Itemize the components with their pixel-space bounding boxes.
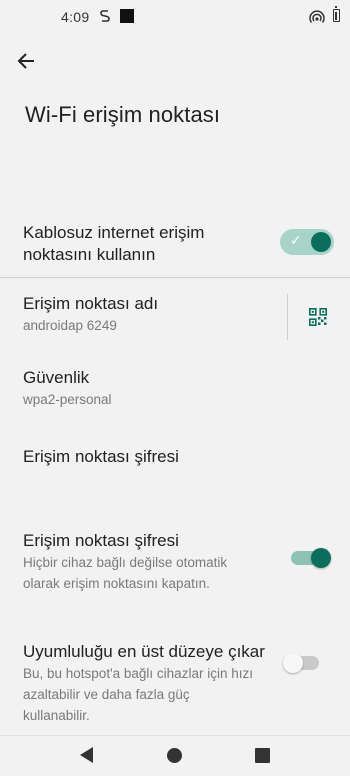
max-compat-toggle[interactable] <box>283 653 319 673</box>
check-icon: ✓ <box>290 233 302 249</box>
password-title: Erişim noktası şifresi <box>23 447 179 466</box>
square-notification-icon <box>120 9 134 23</box>
security-title: Güvenlik <box>23 368 90 387</box>
auto-off-title: Erişim noktası şifresi <box>23 531 179 550</box>
auto-off-desc-line1: Hiçbir cihaz bağlı değilse otomatik <box>23 555 228 570</box>
back-button[interactable] <box>14 48 40 74</box>
battery-icon <box>333 6 340 22</box>
home-circle-icon[interactable] <box>167 748 182 763</box>
s-glyph-icon <box>99 9 111 26</box>
security-value: wpa2-personal <box>23 392 112 407</box>
auto-off-desc-line2: olarak erişim noktasını kapatın. <box>23 576 210 591</box>
section-divider <box>0 277 350 278</box>
hotspot-name-row[interactable]: Erişim noktası adı androidap 6249 <box>0 293 350 341</box>
vertical-divider <box>287 294 288 340</box>
password-row[interactable]: Erişim noktası şifresi <box>0 446 350 476</box>
arrow-left-icon <box>17 53 34 69</box>
hotspot-icon <box>309 10 325 24</box>
use-hotspot-title-line2: noktasını kullanın <box>23 245 156 264</box>
recents-square-icon[interactable] <box>255 748 270 763</box>
status-time: 4:09 <box>61 9 90 25</box>
max-compat-desc-line3: kullanabilir. <box>23 708 90 723</box>
hotspot-name-value: androidap 6249 <box>23 318 117 333</box>
toggle-knob <box>283 653 303 673</box>
auto-off-toggle[interactable] <box>291 548 331 568</box>
status-bar: 4:09 <box>0 0 350 34</box>
use-hotspot-toggle[interactable]: ✓ <box>280 229 334 255</box>
qr-code-icon[interactable] <box>309 308 327 326</box>
max-compat-title: Uyumluluğu en üst düzeye çıkar <box>23 642 265 661</box>
hotspot-name-title: Erişim noktası adı <box>23 294 159 313</box>
security-row[interactable]: Güvenlik wpa2-personal <box>0 367 350 415</box>
toggle-knob <box>311 548 331 568</box>
max-compat-desc-line2: azaltabilir ve daha fazla güç <box>23 687 190 702</box>
back-triangle-icon[interactable] <box>80 747 93 763</box>
navigation-bar <box>0 735 350 776</box>
max-compat-desc-line1: Bu, bu hotspot'a bağlı cihazlar için hız… <box>23 666 253 681</box>
page-title: Wi-Fi erişim noktası <box>25 102 221 127</box>
toggle-knob <box>311 232 331 252</box>
use-hotspot-title-line1: Kablosuz internet erişim <box>23 223 205 242</box>
